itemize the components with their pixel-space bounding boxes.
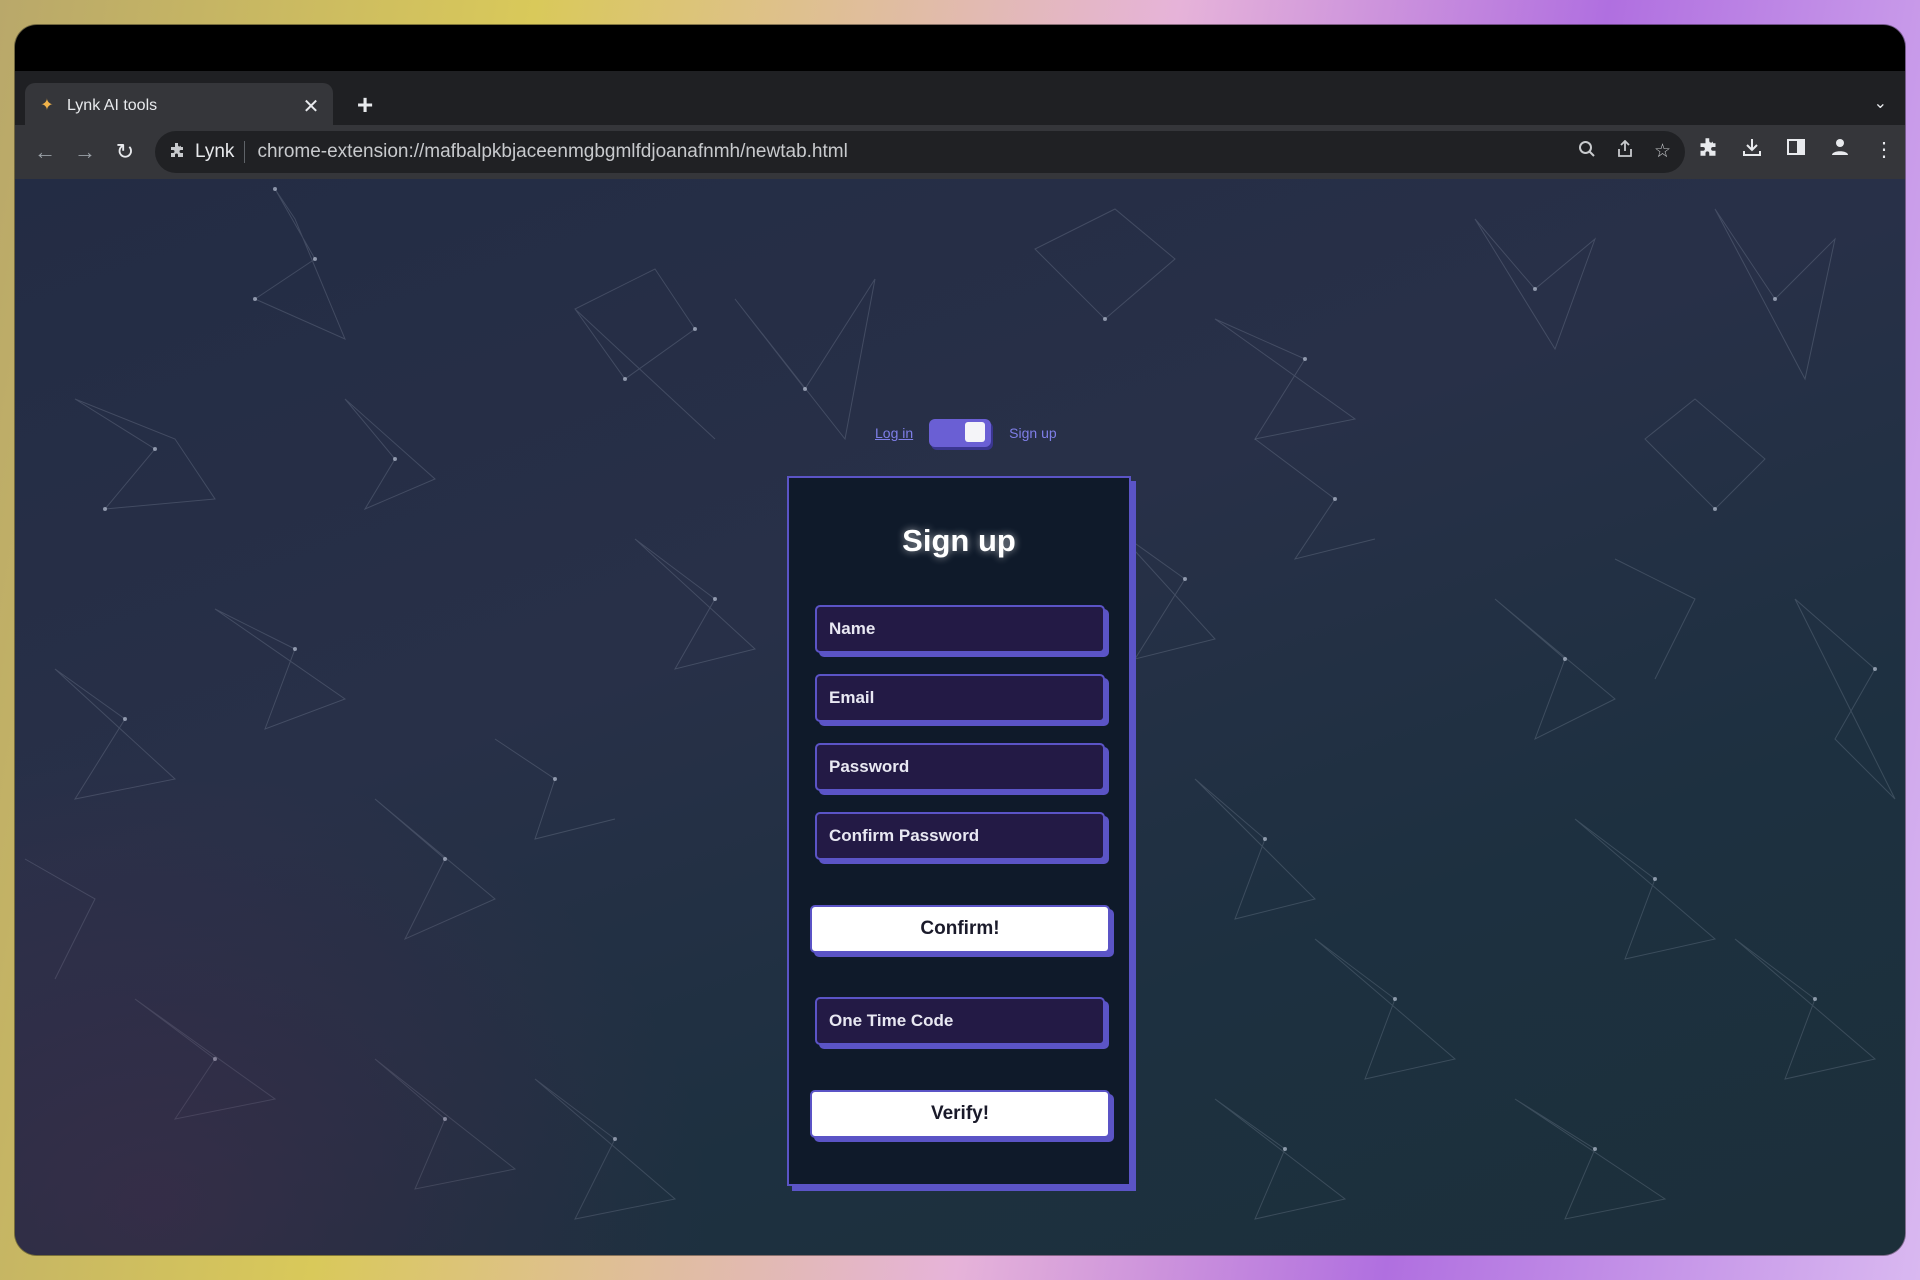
email-input[interactable] — [815, 674, 1105, 722]
title-bar — [15, 25, 1905, 71]
tab-search-icon[interactable]: ⌄ — [1874, 93, 1887, 113]
password-input[interactable] — [815, 743, 1105, 791]
login-link[interactable]: Log in — [875, 425, 913, 441]
new-tab-button[interactable]: + — [350, 89, 380, 121]
tab-title: Lynk AI tools — [67, 97, 158, 114]
tab-lynk[interactable]: ✦ Lynk AI tools ✕ — [25, 83, 333, 129]
profile-icon[interactable] — [1829, 137, 1851, 163]
new-tab-page: Log in Sign up Sign up Confirm! Verify! — [15, 179, 1905, 1255]
mode-switch[interactable] — [929, 419, 992, 447]
favicon-icon: ✦ — [40, 97, 54, 114]
tab-close-icon[interactable]: ✕ — [301, 94, 321, 119]
share-icon[interactable] — [1616, 139, 1634, 164]
browser-window: ✦ Lynk AI tools ✕ + ⌄ ← → ↻ Lynk chrome-… — [15, 25, 1905, 1255]
side-panel-icon[interactable] — [1785, 137, 1807, 163]
address-bar[interactable]: Lynk chrome-extension://mafbalpkbjaceenm… — [155, 131, 1685, 173]
url-text[interactable]: chrome-extension://mafbalpkbjaceenmgbgml… — [257, 141, 1578, 163]
site-name: Lynk — [195, 141, 246, 163]
back-icon[interactable]: ← — [25, 139, 65, 165]
extension-icon — [169, 142, 185, 163]
bookmark-star-icon[interactable]: ☆ — [1654, 140, 1671, 164]
form-title: Sign up — [902, 523, 1016, 558]
zoom-icon[interactable] — [1578, 140, 1596, 164]
switch-knob — [965, 422, 986, 442]
confirm-button[interactable]: Confirm! — [810, 905, 1110, 953]
download-icon[interactable] — [1741, 137, 1763, 163]
menu-icon[interactable]: ⋮ — [1873, 137, 1895, 163]
verify-button[interactable]: Verify! — [810, 1090, 1110, 1138]
one-time-code-input[interactable] — [815, 997, 1105, 1045]
signup-label[interactable]: Sign up — [1009, 425, 1056, 441]
signup-card: Sign up Confirm! Verify! — [787, 476, 1131, 1186]
auth-mode-toggle: Log in Sign up — [875, 419, 1057, 447]
browser-toolbar: ← → ↻ Lynk chrome-extension://mafbalpkbj… — [15, 125, 1905, 179]
name-input[interactable] — [815, 605, 1105, 653]
reload-icon[interactable]: ↻ — [105, 139, 145, 165]
extensions-puzzle-icon[interactable] — [1697, 137, 1719, 163]
confirm-password-input[interactable] — [815, 812, 1105, 860]
forward-icon[interactable]: → — [65, 139, 105, 165]
